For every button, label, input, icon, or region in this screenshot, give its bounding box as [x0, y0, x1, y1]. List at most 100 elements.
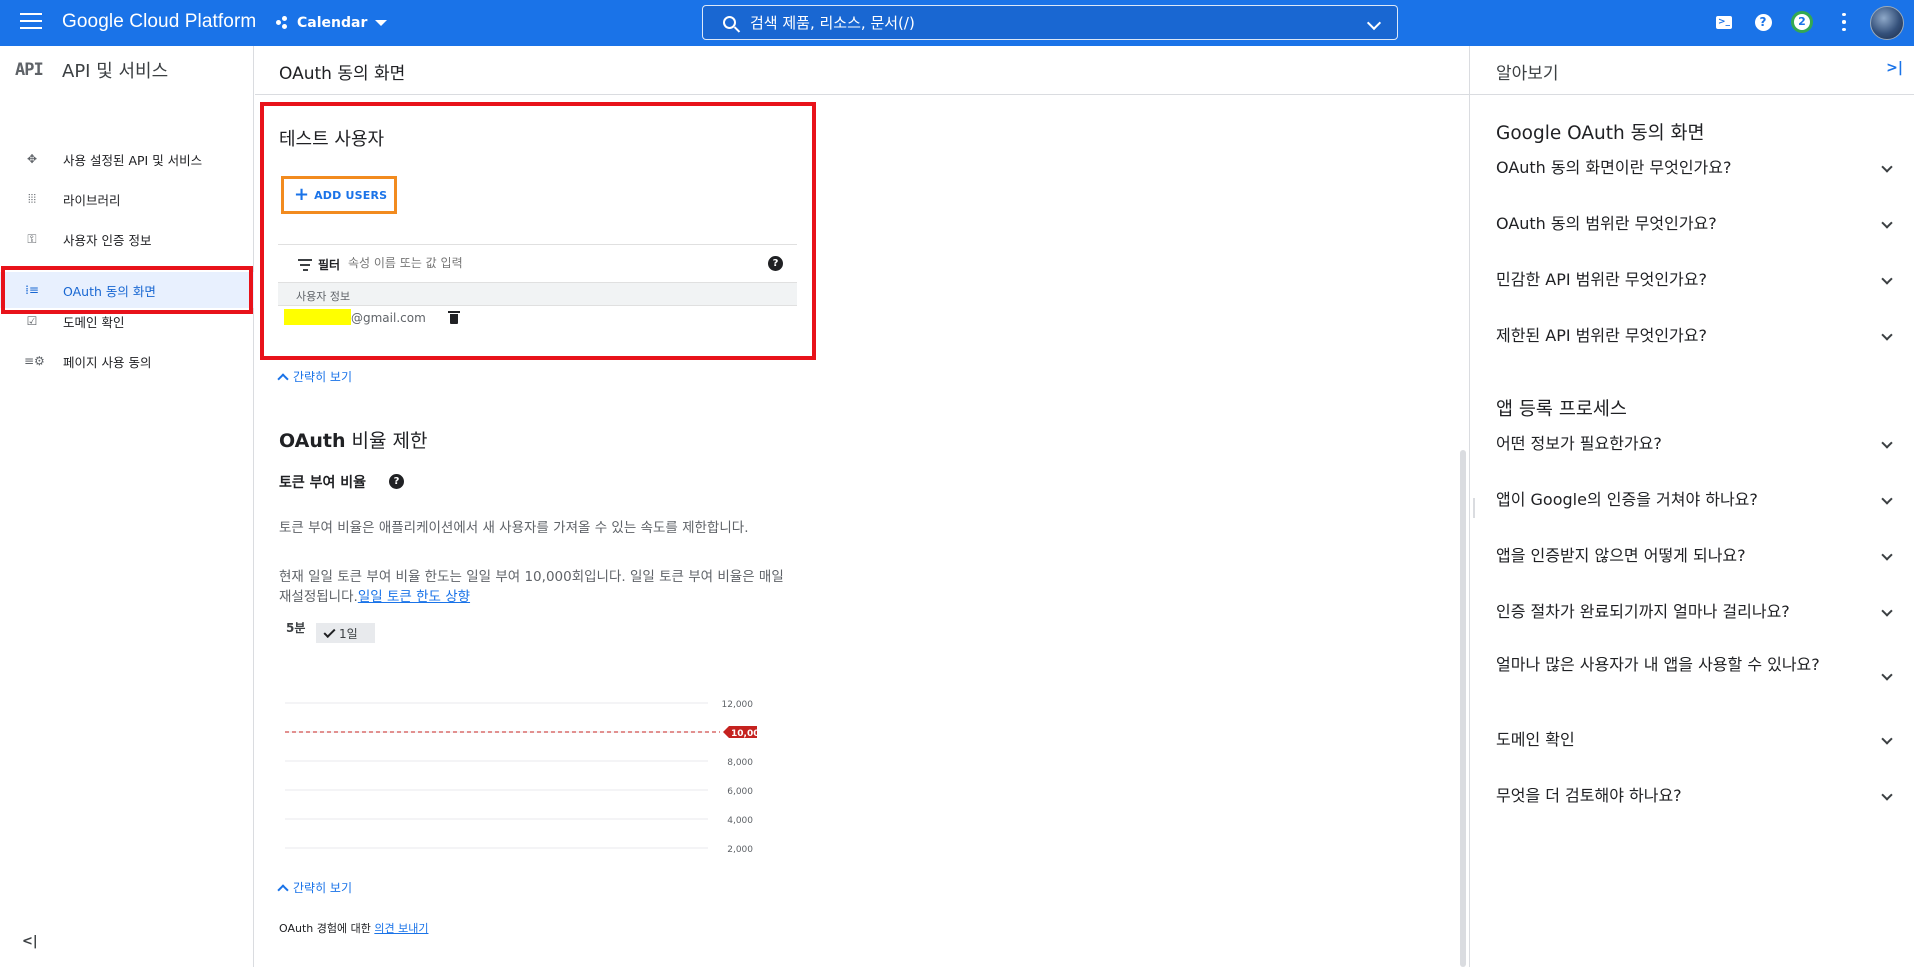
faq-item[interactable]: 무엇을 더 검토해야 하나요? [1496, 785, 1896, 807]
verify-icon: ☑ [26, 314, 38, 328]
help-icon[interactable]: ? [768, 256, 783, 271]
chevron-up-icon [277, 372, 289, 385]
limit-label: 10,000 [731, 729, 766, 739]
faq-item[interactable]: 제한된 API 범위란 무엇인가요? [1496, 325, 1896, 347]
chevron-down-icon [1881, 273, 1893, 285]
faq-question: OAuth 동의 화면이란 무엇인가요? [1496, 158, 1732, 177]
chevron-down-icon [1881, 549, 1893, 561]
show-less-toggle[interactable]: 간략히 보기 [277, 368, 352, 385]
chevron-up-icon [277, 883, 289, 896]
delete-icon[interactable] [448, 311, 460, 324]
chevron-down-icon [1881, 669, 1893, 681]
add-users-button[interactable]: + ADD USERS [281, 176, 397, 214]
filter-icon [298, 259, 312, 274]
redacted-text [284, 309, 351, 325]
y-tick-label: 4,000 [727, 816, 753, 826]
project-selector[interactable]: Calendar [276, 10, 388, 36]
faq-item[interactable]: 민감한 API 범위란 무엇인가요? [1496, 269, 1896, 291]
range-1day[interactable]: 1일 [316, 623, 375, 643]
sidebar-item-page-usage-agreements[interactable]: ≡⚙ 페이지 사용 동의 [0, 343, 254, 379]
y-tick-label: 2,000 [727, 845, 753, 855]
sidebar-item-label: 사용 설정된 API 및 서비스 [63, 152, 203, 168]
help-icon[interactable]: ? [389, 474, 404, 489]
help-button[interactable]: ? [1752, 11, 1774, 33]
faq-item[interactable]: 앱을 인증받지 않으면 어떻게 되나요? [1496, 545, 1896, 567]
faq-question: 제한된 API 범위란 무엇인가요? [1496, 326, 1707, 345]
more-vert-icon[interactable] [1833, 11, 1855, 33]
scrollbar[interactable] [1460, 450, 1466, 967]
top-app-bar: Google Cloud Platform Calendar 검색 제품, 리소… [0, 0, 1914, 46]
api-logo: API [15, 60, 44, 80]
left-navigation: API API 및 서비스 ✥ 사용 설정된 API 및 서비스 ⦙⦙⦙ 라이브… [0, 46, 254, 967]
table-header: 사용자 정보 [278, 282, 797, 306]
faq-question: OAuth 동의 범위란 무엇인가요? [1496, 214, 1717, 233]
chevron-down-icon [1881, 789, 1893, 801]
y-tick-label: 12,000 [722, 700, 754, 710]
plus-icon: + [294, 184, 310, 205]
faq-item[interactable]: OAuth 동의 화면이란 무엇인가요? [1496, 157, 1896, 179]
panel-scroll-handle[interactable] [1473, 498, 1475, 518]
menu-icon[interactable] [20, 13, 42, 31]
table-row: @gmail.com [278, 306, 797, 336]
key-icon: ⚿ [27, 232, 37, 246]
rate-title-rest: 비율 제한 [345, 430, 428, 452]
library-icon: ⦙⦙⦙ [27, 192, 37, 206]
sidebar-item-label: 페이지 사용 동의 [63, 354, 152, 370]
section-title: 앱 등록 프로세스 [1496, 399, 1627, 420]
collapse-panel-button[interactable]: >| [1886, 60, 1903, 76]
notification-badge: 2 [1791, 11, 1813, 33]
search-placeholder: 검색 제품, 리소스, 문서(/) [750, 14, 915, 32]
show-less-toggle[interactable]: 간략히 보기 [277, 879, 352, 896]
column-header-user-info[interactable]: 사용자 정보 [296, 288, 350, 304]
main-content: OAuth 동의 화면 테스트 사용자 + ADD USERS 필터 ? 사용자… [255, 46, 1469, 967]
chevron-down-icon [1881, 437, 1893, 449]
increase-limit-link[interactable]: 일일 토큰 한도 상향 [358, 589, 470, 605]
chevron-down-icon [1881, 605, 1893, 617]
page-title: OAuth 동의 화면 [279, 64, 406, 84]
faq-item[interactable]: 앱이 Google의 인증을 거쳐야 하나요? [1496, 489, 1896, 511]
limit-text: 현재 일일 토큰 부여 비율 한도는 일일 부여 10,000회입니다. 일일 … [279, 569, 784, 605]
notifications-button[interactable]: 2 [1791, 11, 1813, 33]
filter-input[interactable] [348, 250, 648, 276]
rate-limit-title: OAuth 비율 제한 [279, 426, 427, 453]
add-users-label: ADD USERS [314, 188, 388, 202]
faq-item[interactable]: 인증 절차가 완료되기까지 얼마나 걸리나요? [1496, 601, 1896, 623]
sidebar-item-enabled-apis[interactable]: ✥ 사용 설정된 API 및 서비스 [0, 141, 254, 177]
faq-item[interactable]: 얼마나 많은 사용자가 내 앱을 사용할 수 있나요? [1496, 654, 1896, 681]
sidebar-item-label: 도메인 확인 [63, 314, 125, 330]
faq-item[interactable]: 어떤 정보가 필요한가요? [1496, 433, 1896, 455]
token-rate-limit-info: 현재 일일 토큰 부여 비율 한도는 일일 부여 10,000회입니다. 일일 … [279, 567, 799, 607]
token-grant-chart: 12,0008,0006,0004,0002,00006 오후9 오후목 213… [285, 700, 766, 855]
cloud-shell-button[interactable]: >_ [1713, 11, 1735, 33]
avatar[interactable] [1870, 6, 1904, 40]
chevron-down-icon [375, 20, 388, 26]
collapse-nav-button[interactable]: <| [22, 934, 38, 949]
range-5min[interactable]: 5분 [286, 619, 305, 636]
learn-panel: 알아보기 >| Google OAuth 동의 화면 OAuth 동의 화면이란… [1469, 46, 1914, 967]
range-1day-label: 1일 [339, 626, 358, 641]
token-rate-description: 토큰 부여 비율은 애플리케이션에서 새 사용자를 가져올 수 있는 속도를 제… [279, 520, 749, 536]
search-input[interactable]: 검색 제품, 리소스, 문서(/) [702, 5, 1398, 40]
faq-item[interactable]: 도메인 확인 [1496, 729, 1896, 751]
chevron-down-icon [1881, 733, 1893, 745]
project-icon [276, 16, 290, 30]
faq-item[interactable]: OAuth 동의 범위란 무엇인가요? [1496, 213, 1896, 235]
chevron-down-icon [1881, 493, 1893, 505]
sidebar-item-library[interactable]: ⦙⦙⦙ 라이브러리 [0, 181, 254, 217]
chevron-down-icon [1881, 161, 1893, 173]
faq-question: 인증 절차가 완료되기까지 얼마나 걸리나요? [1496, 602, 1790, 621]
feedback-text: OAuth 경험에 대한 [279, 922, 375, 935]
sidebar-item-credentials[interactable]: ⚿ 사용자 인증 정보 [0, 221, 254, 257]
faq-question: 민감한 API 범위란 무엇인가요? [1496, 270, 1707, 289]
brand-title[interactable]: Google Cloud Platform [62, 11, 256, 33]
page-header: OAuth 동의 화면 [255, 46, 1469, 95]
nav-title: API 및 서비스 [62, 61, 169, 82]
chevron-down-icon[interactable] [1366, 15, 1382, 31]
panel-title: 알아보기 [1496, 64, 1559, 84]
send-feedback-link[interactable]: 의견 보내기 [374, 922, 428, 935]
token-grant-title: 토큰 부여 비율 [279, 475, 367, 491]
section-title: Google OAuth 동의 화면 [1496, 123, 1705, 144]
rate-title-bold: OAuth [279, 430, 346, 452]
chevron-down-icon [1881, 329, 1893, 341]
highlight-box [1, 266, 253, 314]
